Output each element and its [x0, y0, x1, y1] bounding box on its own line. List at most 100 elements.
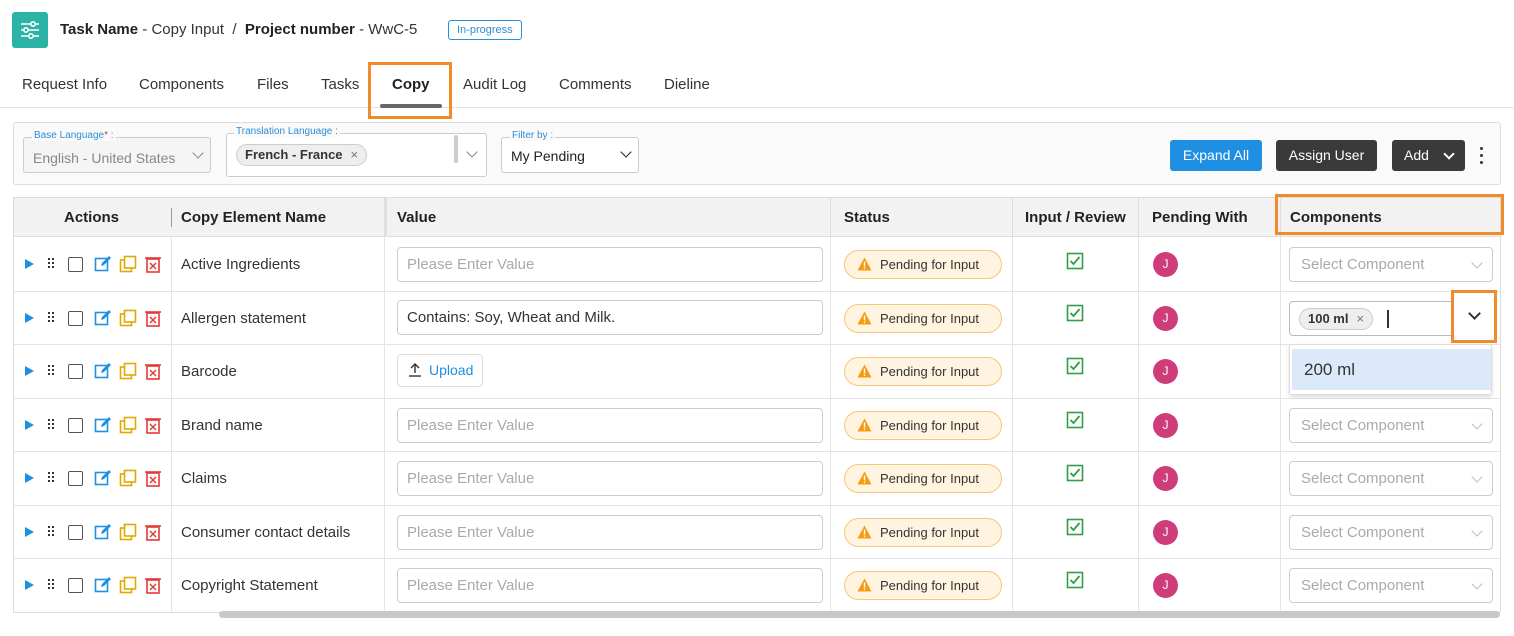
copy-elements-table: Actions Copy Element Name Value Status I…	[13, 197, 1501, 613]
value-input[interactable]: Please Enter Value	[397, 461, 823, 496]
edit-icon[interactable]	[94, 469, 112, 487]
copy-icon[interactable]	[119, 469, 137, 487]
copy-element-name: Claims	[181, 470, 227, 487]
checkbox-checked-icon[interactable]	[1066, 252, 1084, 270]
expand-row-icon[interactable]	[25, 313, 34, 323]
checkbox-checked-icon[interactable]	[1066, 357, 1084, 375]
value-input[interactable]: Contains: Soy, Wheat and Milk.	[397, 300, 823, 335]
column-resizer[interactable]	[384, 198, 387, 237]
dropdown-toggle-button[interactable]	[1451, 290, 1497, 343]
drag-handle-icon[interactable]	[48, 526, 56, 538]
warning-icon	[857, 418, 872, 432]
copy-icon[interactable]	[119, 255, 137, 273]
expand-row-icon[interactable]	[25, 527, 34, 537]
delete-icon[interactable]	[144, 255, 162, 273]
expand-row-icon[interactable]	[25, 473, 34, 483]
drag-handle-icon[interactable]	[48, 312, 56, 324]
filter-by-select[interactable]: My Pending	[501, 137, 639, 173]
base-language-select[interactable]: English - United States	[23, 137, 211, 173]
tab-tasks[interactable]: Tasks	[321, 76, 359, 93]
drag-handle-icon[interactable]	[48, 579, 56, 591]
warning-icon	[857, 311, 872, 325]
value-input[interactable]: Please Enter Value	[397, 568, 823, 603]
row-checkbox[interactable]	[68, 471, 83, 486]
row-checkbox[interactable]	[68, 364, 83, 379]
avatar[interactable]: J	[1153, 573, 1178, 598]
tab-dieline[interactable]: Dieline	[664, 76, 710, 93]
tab-files[interactable]: Files	[257, 76, 289, 93]
avatar[interactable]: J	[1153, 466, 1178, 491]
copy-icon[interactable]	[119, 576, 137, 594]
delete-icon[interactable]	[144, 469, 162, 487]
avatar[interactable]: J	[1153, 413, 1178, 438]
value-input[interactable]: Please Enter Value	[397, 408, 823, 443]
delete-icon[interactable]	[144, 523, 162, 541]
row-checkbox[interactable]	[68, 525, 83, 540]
checkbox-checked-icon[interactable]	[1066, 464, 1084, 482]
copy-icon[interactable]	[119, 309, 137, 327]
tab-components[interactable]: Components	[139, 76, 224, 93]
drag-handle-icon[interactable]	[48, 419, 56, 431]
more-options-icon[interactable]	[1478, 147, 1486, 165]
avatar[interactable]: J	[1153, 359, 1178, 384]
row-checkbox[interactable]	[68, 257, 83, 272]
drag-handle-icon[interactable]	[48, 365, 56, 377]
column-header-actions: Actions	[64, 209, 120, 226]
warning-icon	[857, 578, 872, 592]
avatar[interactable]: J	[1153, 520, 1178, 545]
copy-icon[interactable]	[119, 362, 137, 380]
delete-icon[interactable]	[144, 576, 162, 594]
component-placeholder: Select Component	[1301, 524, 1425, 541]
tab-request-info[interactable]: Request Info	[22, 76, 107, 93]
tab-comments[interactable]: Comments	[559, 76, 632, 93]
copy-icon[interactable]	[119, 416, 137, 434]
edit-icon[interactable]	[94, 362, 112, 380]
component-select[interactable]: Select Component	[1289, 515, 1493, 550]
dropdown-option[interactable]: 200 ml	[1292, 349, 1491, 390]
translation-language-select[interactable]: French - France ×	[226, 133, 487, 177]
row-checkbox[interactable]	[68, 418, 83, 433]
edit-icon[interactable]	[94, 523, 112, 541]
component-select[interactable]: Select Component	[1289, 408, 1493, 443]
add-button[interactable]: Add	[1392, 140, 1465, 171]
checkbox-checked-icon[interactable]	[1066, 571, 1084, 589]
copy-element-name: Active Ingredients	[181, 256, 301, 273]
upload-button[interactable]: Upload	[397, 354, 483, 387]
row-checkbox[interactable]	[68, 578, 83, 593]
checkbox-checked-icon[interactable]	[1066, 304, 1084, 322]
expand-row-icon[interactable]	[25, 420, 34, 430]
value-input[interactable]: Please Enter Value	[397, 515, 823, 550]
expand-row-icon[interactable]	[25, 366, 34, 376]
drag-handle-icon[interactable]	[48, 258, 56, 270]
delete-icon[interactable]	[144, 416, 162, 434]
row-checkbox[interactable]	[68, 311, 83, 326]
status-badge: Pending for Input	[844, 411, 1002, 440]
sliders-icon[interactable]	[12, 12, 48, 48]
checkbox-checked-icon[interactable]	[1066, 411, 1084, 429]
edit-icon[interactable]	[94, 576, 112, 594]
component-select[interactable]: Select Component	[1289, 568, 1493, 603]
horizontal-scrollbar[interactable]	[219, 611, 1500, 618]
edit-icon[interactable]	[94, 416, 112, 434]
assign-user-button[interactable]: Assign User	[1276, 140, 1377, 171]
component-select[interactable]: Select Component	[1289, 247, 1493, 282]
status-text: Pending for Input	[880, 471, 980, 486]
expand-all-button[interactable]: Expand All	[1170, 140, 1262, 171]
edit-icon[interactable]	[94, 255, 112, 273]
expand-row-icon[interactable]	[25, 259, 34, 269]
chip-remove-icon[interactable]: ×	[1356, 311, 1364, 326]
avatar[interactable]: J	[1153, 306, 1178, 331]
column-resizer[interactable]	[171, 208, 172, 227]
delete-icon[interactable]	[144, 309, 162, 327]
component-select[interactable]: Select Component	[1289, 461, 1493, 496]
expand-row-icon[interactable]	[25, 580, 34, 590]
edit-icon[interactable]	[94, 309, 112, 327]
chip-remove-icon[interactable]: ×	[351, 147, 359, 162]
avatar[interactable]: J	[1153, 252, 1178, 277]
tab-audit-log[interactable]: Audit Log	[463, 76, 526, 93]
drag-handle-icon[interactable]	[48, 472, 56, 484]
copy-icon[interactable]	[119, 523, 137, 541]
value-input[interactable]: Please Enter Value	[397, 247, 823, 282]
checkbox-checked-icon[interactable]	[1066, 518, 1084, 536]
delete-icon[interactable]	[144, 362, 162, 380]
